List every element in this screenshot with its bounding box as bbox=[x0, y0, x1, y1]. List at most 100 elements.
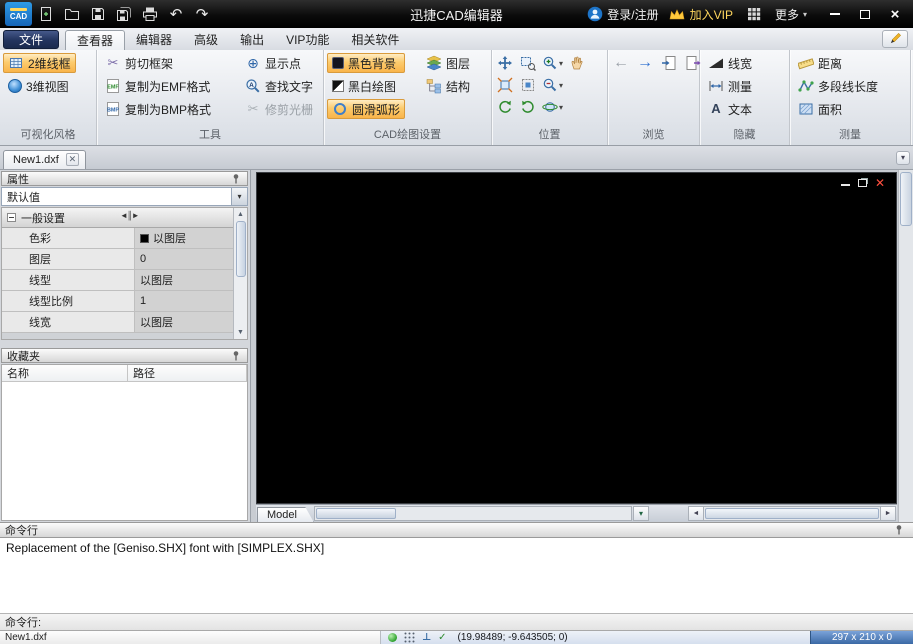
save-button[interactable] bbox=[86, 2, 110, 26]
smooth-arc-button[interactable]: 圆滑弧形 bbox=[327, 99, 406, 119]
properties-panel-header[interactable]: 属性 bbox=[1, 171, 248, 186]
quick-edit-button[interactable] bbox=[882, 30, 908, 48]
distance-button[interactable]: 距离 bbox=[793, 53, 847, 73]
previous-view-button[interactable]: ← bbox=[611, 53, 631, 73]
join-vip-button[interactable]: 加入VIP bbox=[668, 6, 733, 23]
zoom-out-dropdown-icon[interactable]: ▾ bbox=[559, 81, 563, 90]
polyline-length-button[interactable]: 多段线长度 bbox=[793, 76, 883, 96]
tab-close-icon[interactable]: ✕ bbox=[65, 153, 79, 166]
zoom-in-dropdown-icon[interactable]: ▾ bbox=[559, 59, 563, 68]
hscroll-right-button[interactable]: ► bbox=[880, 506, 896, 521]
layout-scrollbar[interactable] bbox=[313, 506, 632, 521]
undo-button[interactable]: ↶ bbox=[164, 2, 188, 26]
favorites-panel-header[interactable]: 收藏夹 bbox=[1, 348, 248, 363]
zoom-object-button[interactable] bbox=[518, 75, 538, 95]
snap-sphere-icon[interactable] bbox=[388, 633, 397, 642]
command-panel-header[interactable]: 命令行 bbox=[0, 522, 913, 538]
new-file-button[interactable] bbox=[34, 2, 58, 26]
save-all-button[interactable] bbox=[112, 2, 136, 26]
restore-view-button[interactable] bbox=[659, 53, 679, 73]
scroll-down-icon[interactable]: ▼ bbox=[237, 327, 244, 338]
properties-group-row[interactable]: 一般设置 ◄║► bbox=[2, 208, 233, 228]
file-menu-button[interactable]: 文件 bbox=[3, 29, 60, 49]
layout-list-button[interactable]: ▾ bbox=[632, 506, 649, 521]
rotate-cw-button[interactable] bbox=[518, 97, 538, 117]
measure-toggle-button[interactable]: 测量 bbox=[703, 76, 757, 96]
login-button[interactable]: 登录/注册 bbox=[587, 6, 659, 23]
text-toggle-button[interactable]: A 文本 bbox=[703, 99, 757, 119]
tab-viewer[interactable]: 查看器 bbox=[65, 29, 126, 51]
next-view-button[interactable]: → bbox=[635, 53, 655, 73]
zoom-out-button[interactable]: ▾ bbox=[541, 75, 564, 95]
zoom-in-button[interactable]: ▾ bbox=[541, 53, 564, 73]
canvas-close-icon[interactable]: ✕ bbox=[875, 177, 885, 189]
layers-button[interactable]: 图层 bbox=[421, 53, 475, 73]
pan-view-button[interactable] bbox=[495, 53, 515, 73]
orbit-3d-button[interactable]: ▾ bbox=[541, 97, 564, 117]
favorites-col-path[interactable]: 路径 bbox=[128, 365, 247, 381]
pin-icon[interactable] bbox=[230, 173, 242, 185]
minimize-button[interactable] bbox=[822, 4, 848, 24]
canvas-hscroll-thumb[interactable] bbox=[705, 508, 879, 519]
3d-view-button[interactable]: 3维视图 bbox=[3, 76, 74, 96]
favorites-col-name[interactable]: 名称 bbox=[2, 365, 128, 381]
property-value-field[interactable]: 以图层 bbox=[135, 312, 233, 332]
area-button[interactable]: 面积 bbox=[793, 99, 847, 119]
apps-grid-button[interactable] bbox=[742, 2, 766, 26]
zoom-extents-button[interactable] bbox=[495, 75, 515, 95]
open-file-button[interactable] bbox=[60, 2, 84, 26]
canvas-restore-icon[interactable] bbox=[857, 179, 867, 187]
canvas-vscrollbar[interactable] bbox=[898, 170, 913, 522]
favorites-body[interactable] bbox=[2, 382, 247, 520]
redo-button[interactable]: ↷ bbox=[190, 2, 214, 26]
bw-drawing-button[interactable]: 黑白绘图 bbox=[327, 76, 405, 96]
model-space-tab[interactable]: Model bbox=[257, 507, 314, 523]
document-tab-active[interactable]: New1.dxf ✕ bbox=[3, 150, 86, 169]
property-set-selector[interactable]: 默认值 ▾ bbox=[1, 187, 248, 206]
black-background-button[interactable]: 黑色背景 bbox=[327, 53, 406, 73]
tab-related-software[interactable]: 相关软件 bbox=[340, 29, 410, 50]
print-button[interactable] bbox=[138, 2, 162, 26]
drawing-canvas[interactable]: ✕ bbox=[256, 172, 897, 504]
line-width-button[interactable]: 线宽 bbox=[703, 53, 757, 73]
tab-output[interactable]: 输出 bbox=[229, 29, 275, 50]
property-value-field[interactable]: 1 bbox=[135, 291, 233, 311]
command-history[interactable]: Replacement of the [Geniso.SHX] font wit… bbox=[0, 538, 913, 614]
collapse-expander-icon[interactable] bbox=[7, 213, 16, 222]
show-points-button[interactable]: ⊕ 显示点 bbox=[240, 53, 318, 73]
canvas-hscrollbar[interactable] bbox=[704, 506, 880, 521]
trim-raster-button[interactable]: ✂ 修剪光栅 bbox=[240, 99, 318, 119]
tab-editor[interactable]: 编辑器 bbox=[125, 29, 183, 50]
copy-as-bmp-button[interactable]: BMP 复制为BMP格式 bbox=[100, 99, 216, 119]
pin-icon[interactable] bbox=[230, 350, 242, 362]
orbit-dropdown-icon[interactable]: ▾ bbox=[559, 103, 563, 112]
tab-vip-features[interactable]: VIP功能 bbox=[275, 29, 340, 50]
property-value-field[interactable]: 以图层 bbox=[135, 270, 233, 290]
find-text-button[interactable]: A 查找文字 bbox=[240, 76, 318, 96]
properties-scrollbar[interactable]: ▲ ▼ bbox=[233, 208, 247, 339]
close-button[interactable]: × bbox=[882, 4, 908, 24]
tab-overflow-button[interactable]: ▾ bbox=[896, 150, 910, 165]
more-menu-button[interactable]: 更多 ▾ bbox=[775, 6, 807, 23]
grid-snap-icon[interactable] bbox=[404, 632, 415, 643]
copy-as-emf-button[interactable]: EMF 复制为EMF格式 bbox=[100, 76, 216, 96]
tab-advanced[interactable]: 高级 bbox=[183, 29, 229, 50]
canvas-minimize-icon[interactable] bbox=[840, 184, 850, 186]
2d-wireframe-button[interactable]: 2维线框 bbox=[3, 53, 76, 73]
property-value-field[interactable]: 以图层 bbox=[135, 228, 233, 248]
zoom-window-button[interactable] bbox=[518, 53, 538, 73]
property-value-field[interactable]: 0 bbox=[135, 249, 233, 269]
maximize-button[interactable] bbox=[852, 4, 878, 24]
rotate-ccw-button[interactable] bbox=[495, 97, 515, 117]
structure-button[interactable]: 结构 bbox=[421, 76, 475, 96]
scroll-up-icon[interactable]: ▲ bbox=[237, 209, 244, 220]
osnap-check-icon[interactable]: ✓ bbox=[438, 632, 446, 643]
scrollbar-thumb[interactable] bbox=[235, 221, 246, 277]
layout-scrollbar-thumb[interactable] bbox=[315, 508, 396, 519]
ortho-mode-icon[interactable]: ⊥ bbox=[422, 632, 431, 643]
command-input[interactable] bbox=[46, 616, 908, 629]
clip-frame-button[interactable]: ✂ 剪切框架 bbox=[100, 53, 216, 73]
selector-dropdown-button[interactable]: ▾ bbox=[231, 188, 247, 205]
pin-icon[interactable] bbox=[893, 524, 905, 536]
hscroll-left-button[interactable]: ◄ bbox=[688, 506, 704, 521]
